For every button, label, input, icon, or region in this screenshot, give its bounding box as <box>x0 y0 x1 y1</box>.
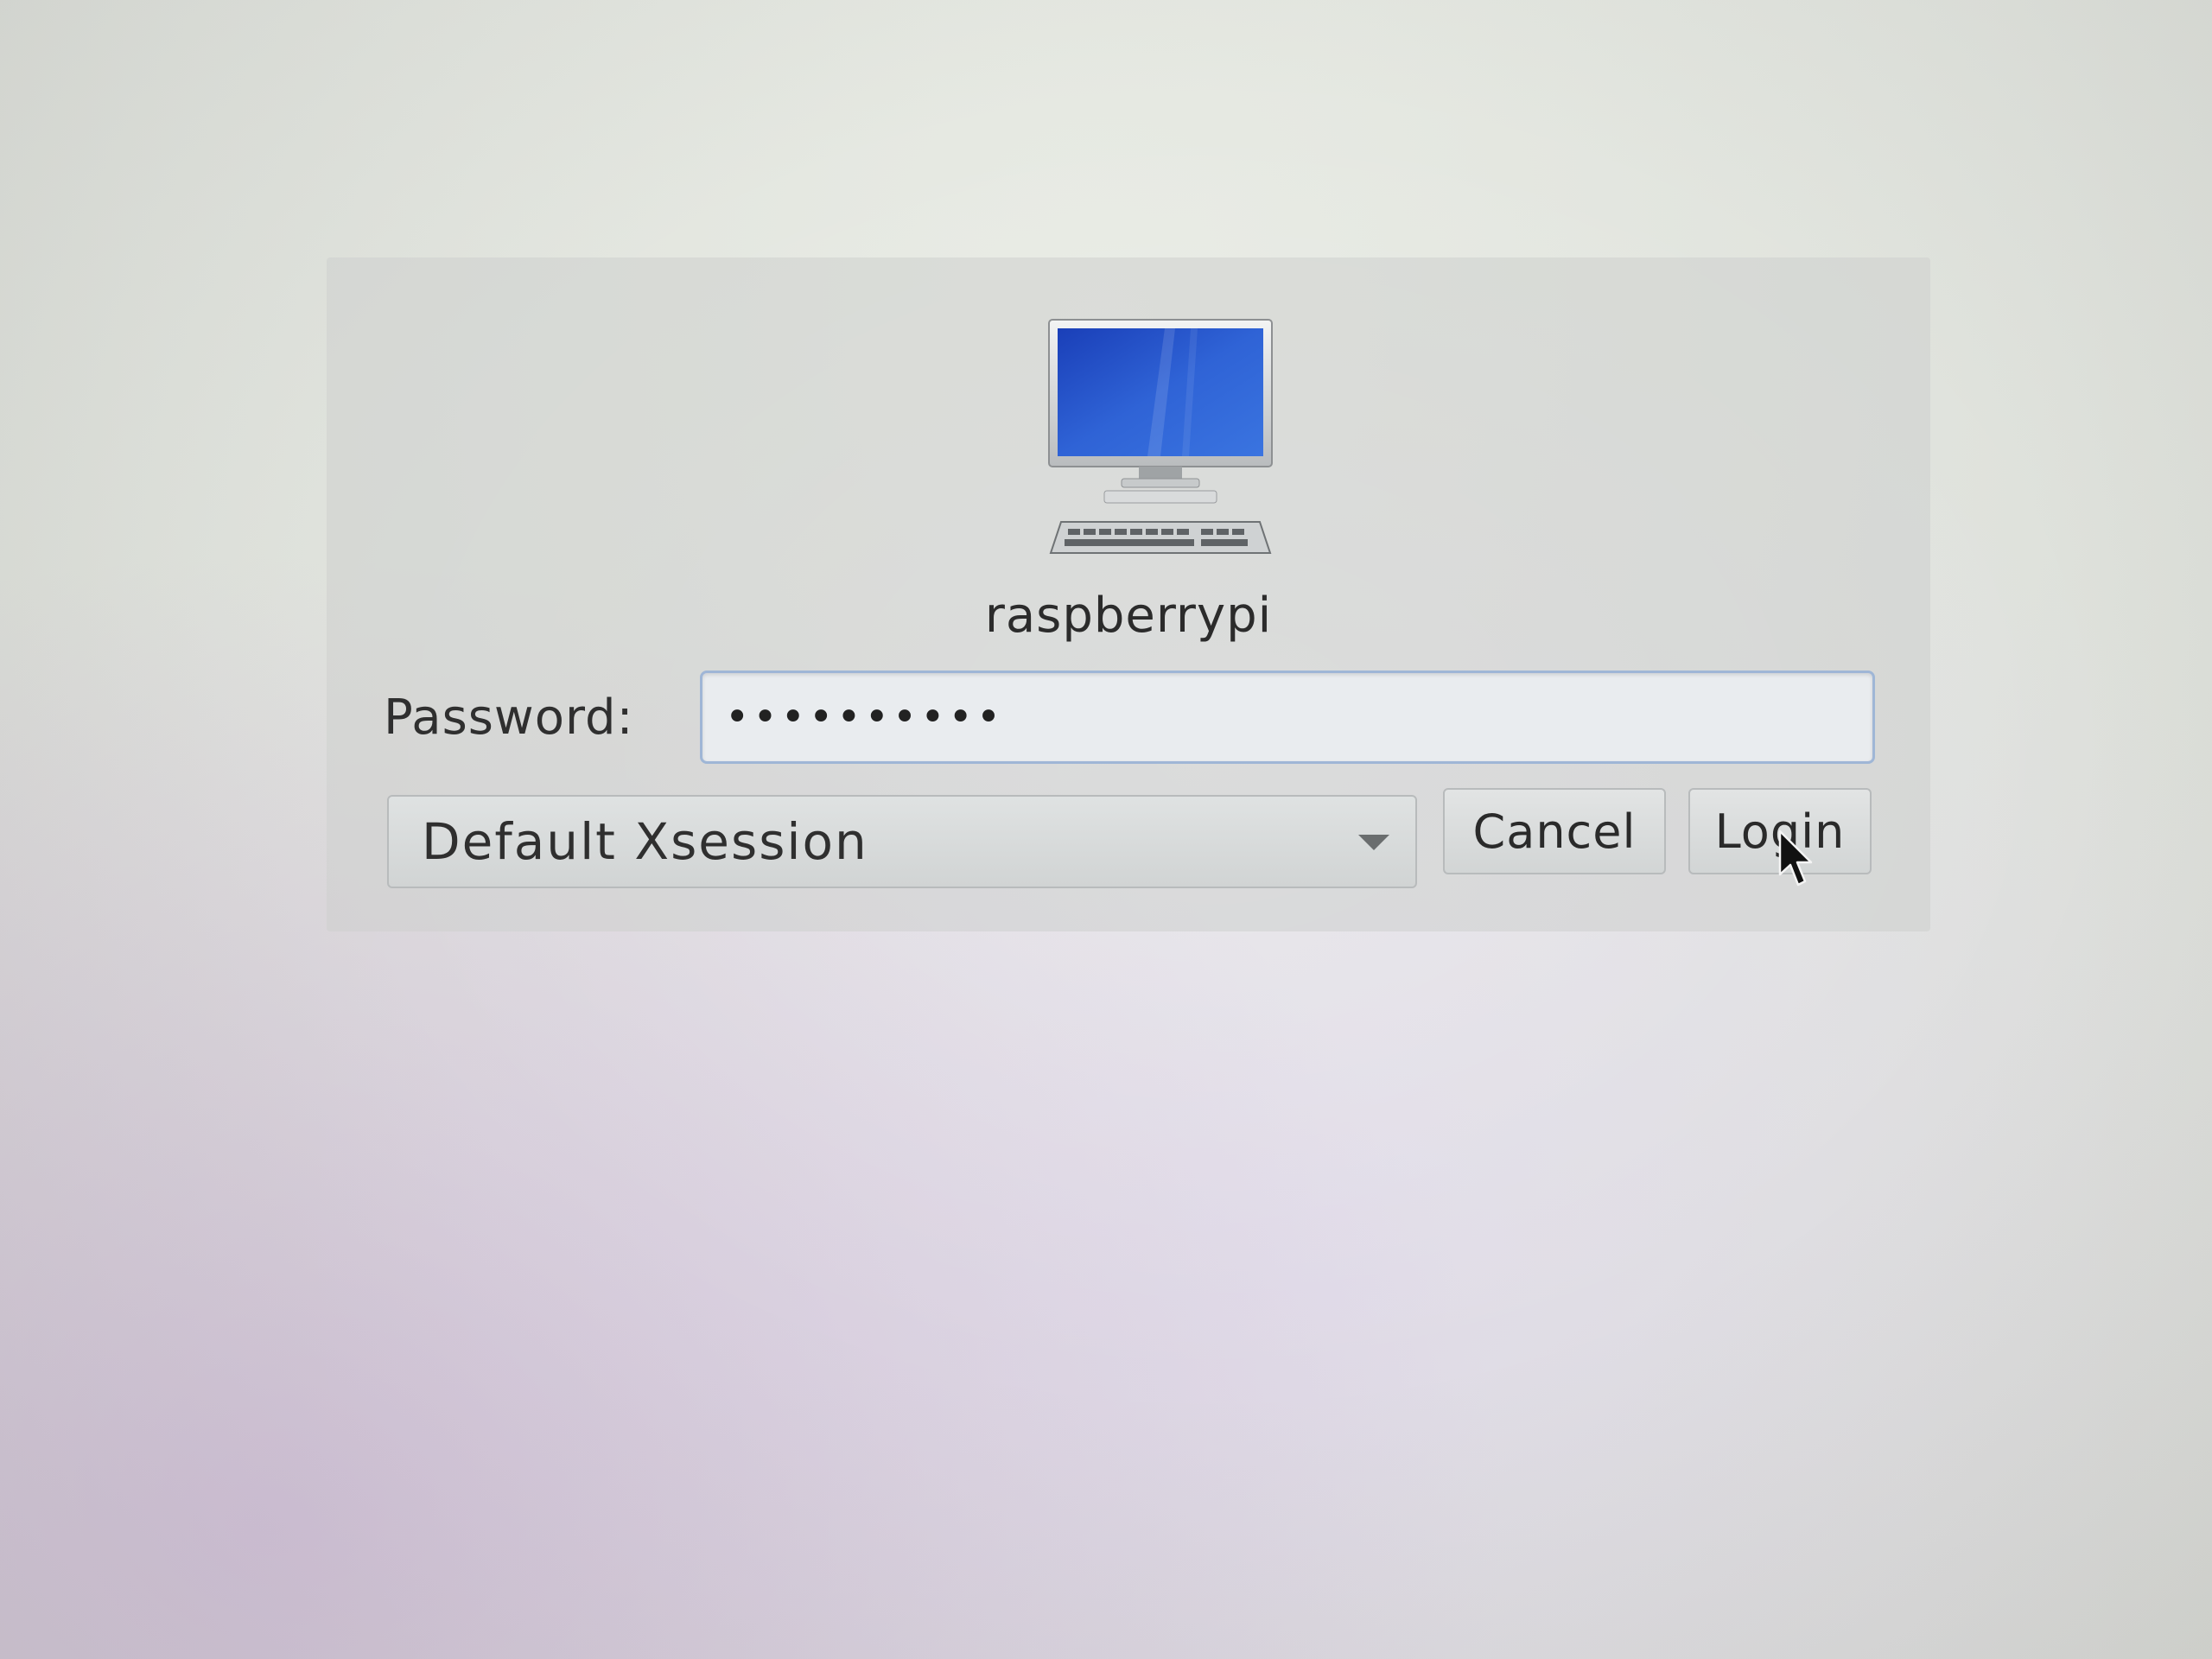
computer-icon <box>1048 319 1273 554</box>
login-dialog: raspberrypi Password: Default Xsession C… <box>327 257 1930 931</box>
password-label: Password: <box>384 690 634 746</box>
chevron-down-icon <box>1358 835 1389 850</box>
host-name: raspberrypi <box>984 588 1273 644</box>
session-value: Default Xsession <box>422 812 868 871</box>
session-dropdown[interactable]: Default Xsession <box>387 795 1417 888</box>
cancel-button[interactable]: Cancel <box>1443 788 1666 874</box>
mouse-cursor-icon <box>1778 830 1813 887</box>
password-field[interactable] <box>700 671 1875 764</box>
